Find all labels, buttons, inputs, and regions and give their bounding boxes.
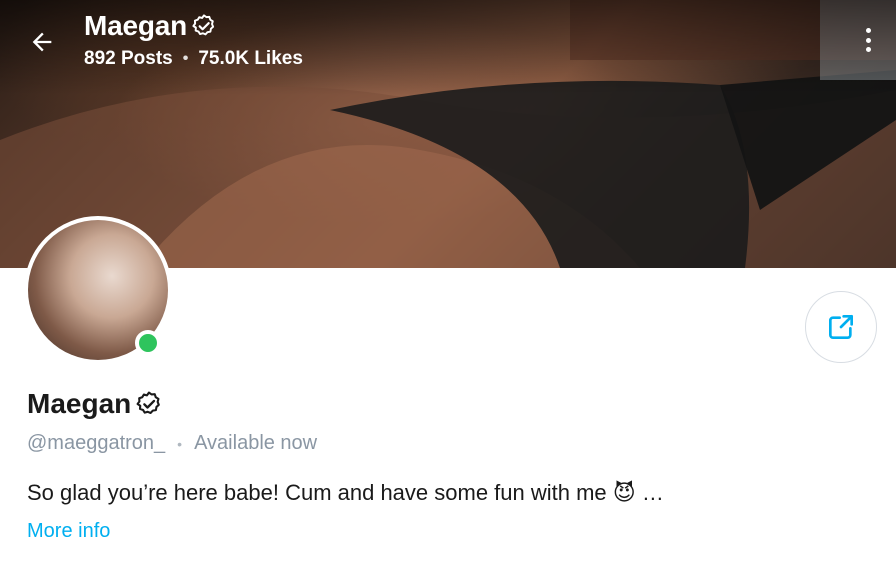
- dot-icon: [865, 28, 871, 33]
- verified-badge-icon: [136, 391, 161, 415]
- profile-page: Maegan 892 Posts • 75.0K Likes Maegan @m…: [0, 0, 896, 561]
- handle-row: @maeggatron_ • Available now: [27, 432, 317, 455]
- profile-bio: So glad you’re here babe! Cum and have s…: [27, 480, 664, 506]
- stats-separator: •: [182, 50, 189, 67]
- header-name: Maegan: [84, 10, 188, 41]
- bio-ellipsis: …: [641, 480, 664, 505]
- top-bar: Maegan 892 Posts • 75.0K Likes: [0, 0, 896, 90]
- share-button[interactable]: [805, 291, 877, 363]
- header-title: Maegan: [84, 10, 217, 42]
- back-button[interactable]: [22, 22, 62, 62]
- profile-handle: @maeggatron_: [27, 432, 166, 454]
- online-status-indicator: [135, 330, 161, 356]
- more-info-link[interactable]: More info: [27, 520, 110, 543]
- availability-status: Available now: [194, 432, 318, 454]
- more-menu-button[interactable]: [858, 22, 878, 58]
- header-stats: 892 Posts • 75.0K Likes: [84, 48, 303, 70]
- profile-name-row: Maegan: [27, 388, 163, 420]
- handle-separator: •: [177, 435, 183, 452]
- share-icon: [829, 315, 853, 339]
- dot-icon: [865, 37, 871, 43]
- posts-count: 892 Posts: [84, 48, 173, 69]
- verified-badge-icon: [192, 14, 215, 36]
- arrow-left-icon: [32, 32, 52, 52]
- likes-count: 75.0K Likes: [198, 48, 303, 69]
- bio-text: So glad you’re here babe! Cum and have s…: [27, 480, 642, 505]
- profile-name: Maegan: [27, 388, 132, 419]
- dot-icon: [865, 47, 871, 52]
